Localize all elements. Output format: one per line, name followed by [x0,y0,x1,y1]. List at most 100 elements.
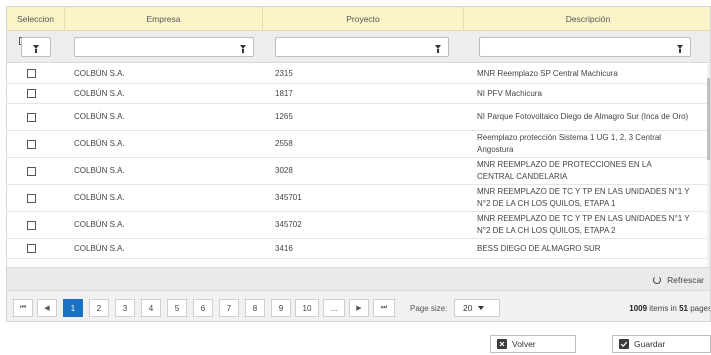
vertical-scrollbar[interactable] [707,64,710,267]
guardar-button[interactable]: Guardar [612,335,711,353]
cell-proyecto: 1265 [275,112,293,121]
grid-toolbar: Refrescar [7,267,710,290]
row-checkbox[interactable] [27,220,36,230]
column-header-proyecto[interactable]: Proyecto [263,7,464,31]
prev-page-button[interactable]: ◀ [37,299,57,317]
cell-empresa: COLBÚN S.A. [74,88,125,98]
descripcion-filter-input[interactable] [482,39,668,55]
row-checkbox[interactable] [27,112,36,122]
back-icon [497,339,507,349]
page-7-button[interactable]: 7 [219,299,239,317]
items-text: items in [647,304,680,313]
table-row[interactable]: COLBÚN S.A. 1265 NI Parque Fotovoltaico … [7,104,707,131]
cell-descripcion: Reemplazo protección Sistema 1 UG 1, 2, … [477,133,662,154]
table-row[interactable]: COLBÚN S.A. 345702 MNR REEMPLAZO DE TC Y… [7,212,707,239]
table-row[interactable]: COLBÚN S.A. 345701 MNR REEMPLAZO DE TC Y… [7,185,707,212]
page-size-select[interactable]: 20 [454,299,500,317]
refresh-button[interactable]: Refrescar [653,273,704,287]
row-checkbox[interactable] [27,193,36,203]
cell-proyecto: 345702 [275,220,302,229]
table-row[interactable]: COLBÚN S.A. 1817 NI PFV Machicura [7,84,707,104]
pager: ⏮ ◀ 1 2 3 4 5 6 7 8 9 10 ... ▶ ⏭ Page si… [7,290,710,321]
cell-proyecto: 2315 [275,68,293,78]
page-5-button[interactable]: 5 [167,299,187,317]
page-size-label: Page size: [410,304,448,313]
column-header-descripcion[interactable]: Descripción [464,7,710,31]
page-size-value: 20 [463,303,473,313]
funnel-icon [240,45,246,53]
pager-info: 1009 items in 51 pages [629,304,710,313]
cell-empresa: COLBÚN S.A. [74,166,125,175]
funnel-icon [677,45,683,53]
cell-empresa: COLBÚN S.A. [74,68,125,78]
last-page-button[interactable]: ⏭ [373,299,395,317]
items-total: 1009 [629,304,648,313]
grid-header: Seleccion Empresa Proyecto Descripción [7,7,710,31]
table-row[interactable]: COLBÚN S.A. 3416 BESS DIEGO DE ALMAGRO S… [7,239,707,259]
page-1-button[interactable]: 1 [63,299,83,317]
refresh-icon [653,276,662,284]
table-row[interactable]: COLBÚN S.A. 2558 Reemplazo protección Si… [7,131,707,158]
descripcion-filter[interactable] [479,37,691,57]
funnel-icon [33,45,39,53]
projects-grid: Seleccion Empresa Proyecto Descripción C… [6,6,711,322]
next-page-icon: ▶ [356,305,362,312]
cell-empresa: COLBÚN S.A. [74,193,125,202]
proyecto-filter-button[interactable] [428,38,448,56]
cell-empresa: COLBÚN S.A. [74,139,125,148]
first-page-icon: ⏮ [19,304,27,311]
cell-descripcion: BESS DIEGO DE ALMAGRO SUR [477,243,601,253]
cell-descripcion: MNR REEMPLAZO DE PROTECCIONES EN LA CENT… [477,160,652,181]
table-row[interactable]: COLBÚN S.A. 3028 MNR REEMPLAZO DE PROTEC… [7,158,707,185]
row-checkbox[interactable] [27,69,36,78]
page-8-button[interactable]: 8 [245,299,265,317]
page-3-button[interactable]: 3 [115,299,135,317]
first-page-button[interactable]: ⏮ [13,299,33,317]
row-checkbox[interactable] [27,89,36,98]
filter-button[interactable] [22,38,50,56]
grid-body: COLBÚN S.A. 2315 MNR Reemplazo SP Centra… [7,64,707,267]
cell-proyecto: 345701 [275,193,302,202]
page-6-button[interactable]: 6 [193,299,213,317]
empresa-filter-button[interactable] [233,38,253,56]
proyecto-filter[interactable] [275,37,449,57]
more-pages-button[interactable]: ... [323,299,345,317]
cell-empresa: COLBÚN S.A. [74,220,125,229]
seleccion-filter[interactable] [21,37,51,57]
cell-descripcion: MNR REEMPLAZO DE TC Y TP EN LAS UNIDADES… [477,214,690,235]
prev-page-icon: ◀ [44,305,50,312]
volver-label: Volver [512,339,536,349]
cell-proyecto: 3416 [275,243,293,253]
page-10-button[interactable]: 10 [295,299,319,317]
cell-empresa: COLBÚN S.A. [74,112,125,121]
page-2-button[interactable]: 2 [89,299,109,317]
filter-row [7,31,710,63]
cell-descripcion: NI Parque Fotovoltaico Diego de Almagro … [477,112,689,121]
row-checkbox[interactable] [27,166,36,176]
page-9-button[interactable]: 9 [271,299,291,317]
descripcion-filter-button[interactable] [670,38,690,56]
column-header-empresa[interactable]: Empresa [65,7,263,31]
proyecto-filter-input[interactable] [278,39,426,55]
empresa-filter-input[interactable] [77,39,227,55]
last-page-icon: ⏭ [380,304,388,311]
column-header-seleccion[interactable]: Seleccion [7,7,65,31]
pages-total: 51 [679,304,688,313]
next-page-button[interactable]: ▶ [349,299,369,317]
chevron-down-icon [478,306,485,310]
row-checkbox[interactable] [27,139,36,149]
cell-proyecto: 2558 [275,139,293,148]
row-checkbox[interactable] [27,244,36,253]
refresh-label: Refrescar [667,275,704,285]
cell-descripcion: NI PFV Machicura [477,88,542,98]
volver-button[interactable]: Volver [490,335,576,353]
table-row[interactable]: COLBÚN S.A. 2315 MNR Reemplazo SP Centra… [7,64,707,84]
page-4-button[interactable]: 4 [141,299,161,317]
cell-descripcion: MNR REEMPLAZO DE TC Y TP EN LAS UNIDADES… [477,187,690,208]
guardar-label: Guardar [634,339,666,349]
cell-empresa: COLBÚN S.A. [74,243,125,253]
cell-proyecto: 3028 [275,166,293,175]
cell-descripcion: MNR Reemplazo SP Central Machicura [477,68,618,78]
empresa-filter[interactable] [74,37,254,57]
scrollbar-thumb[interactable] [707,78,710,160]
